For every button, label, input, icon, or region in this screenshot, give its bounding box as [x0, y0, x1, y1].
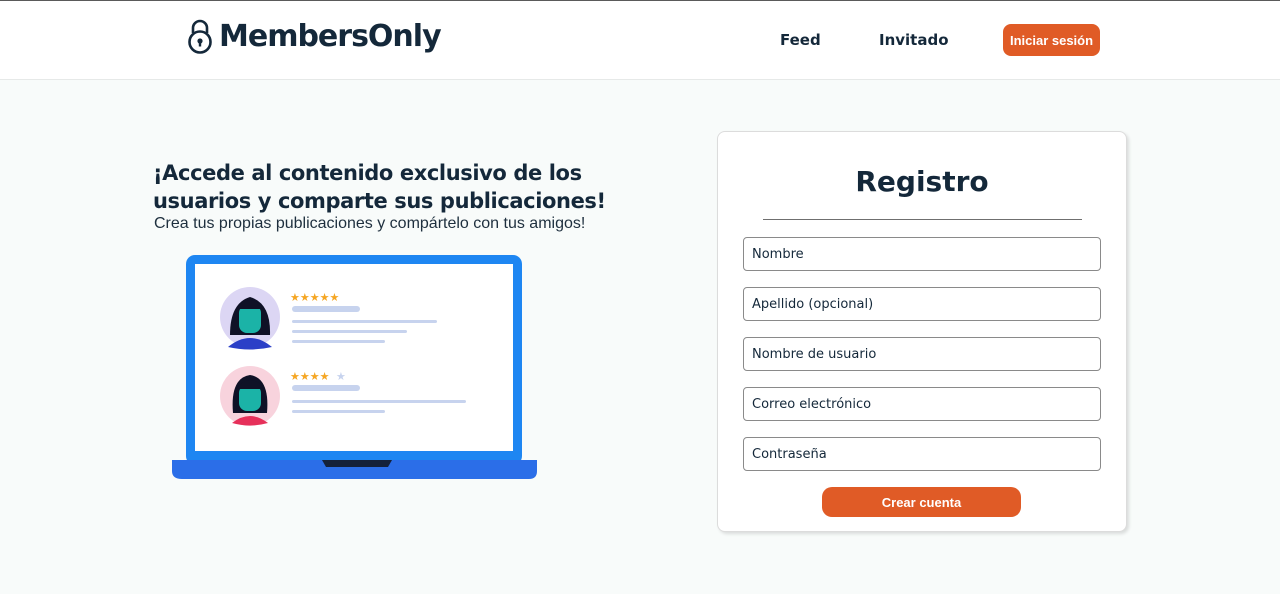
create-account-button[interactable]: Crear cuenta: [822, 487, 1021, 517]
password-input[interactable]: [743, 437, 1101, 471]
laptop-notch: [322, 460, 392, 467]
login-button[interactable]: Iniciar sesión: [1003, 24, 1100, 56]
brand-name: MembersOnly: [219, 18, 442, 54]
hero-title: ¡Accede al contenido exclusivo de los us…: [153, 161, 606, 213]
register-card: Registro Crear cuenta: [717, 131, 1127, 532]
svg-text:★★★★★: ★★★★★: [290, 291, 339, 304]
title-divider: [763, 219, 1082, 220]
padlock-icon: [188, 19, 212, 54]
svg-text:★★★★: ★★★★: [290, 370, 330, 383]
nav-guest-link[interactable]: Invitado: [879, 31, 949, 49]
review-1-stars: ★★★★★: [290, 291, 339, 304]
svg-text:★: ★: [336, 370, 346, 383]
lastname-input[interactable]: [743, 287, 1101, 321]
email-input[interactable]: [743, 387, 1101, 421]
hero-subtitle: Crea tus propias publicaciones y compárt…: [154, 215, 586, 232]
nav-feed-link[interactable]: Feed: [780, 31, 821, 49]
brand-logo[interactable]: MembersOnly: [186, 18, 442, 54]
username-input[interactable]: [743, 337, 1101, 371]
name-input[interactable]: [743, 237, 1101, 271]
register-title: Registro: [855, 165, 989, 198]
laptop-illustration: ★★★★★ ★★★★ ★: [172, 255, 537, 479]
site-header: MembersOnly Feed Invitado Iniciar sesión: [0, 1, 1280, 80]
review-2-stars: ★★★★ ★: [290, 370, 346, 383]
